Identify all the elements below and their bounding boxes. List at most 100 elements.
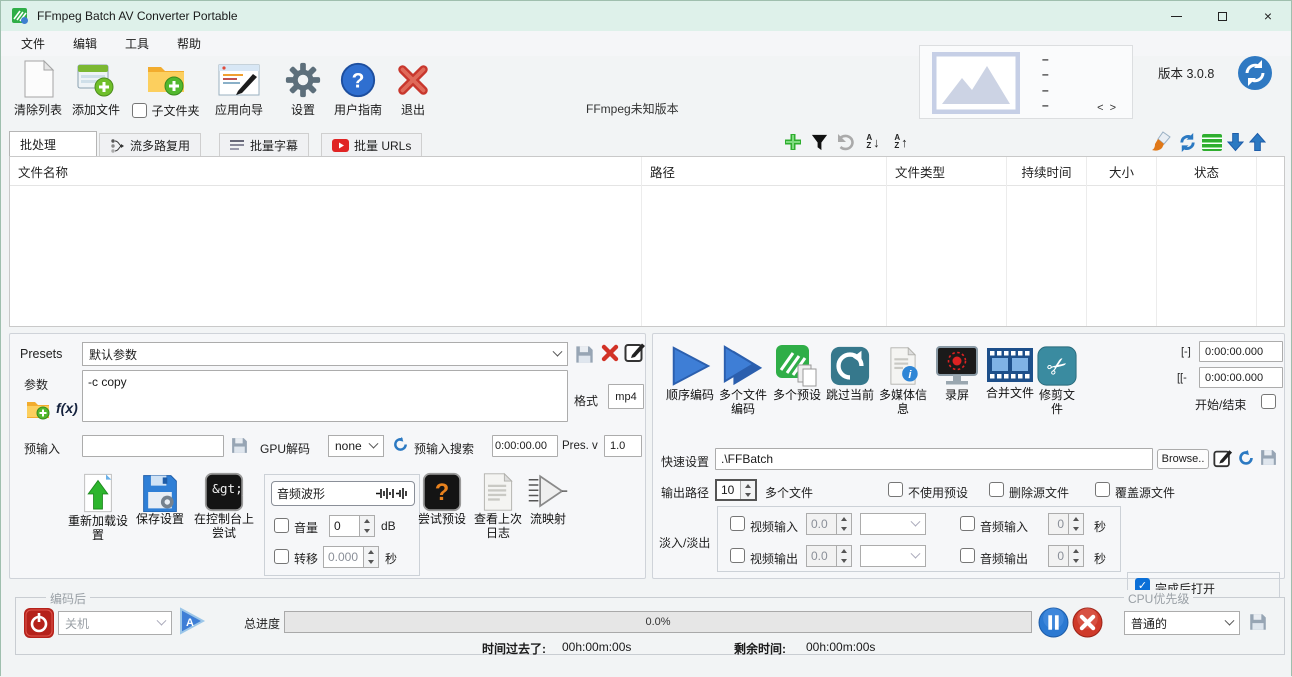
maximize-button[interactable] [1199, 1, 1245, 31]
list-view-button[interactable] [1200, 130, 1224, 154]
auto-start-button[interactable]: A [178, 607, 206, 638]
shift-stepper[interactable]: 0.000 [323, 546, 379, 568]
check-update-button[interactable] [1237, 55, 1273, 94]
audio-waveform-button[interactable]: 音频波形 [271, 481, 415, 506]
save-priority-button[interactable] [1248, 612, 1268, 635]
volume-checkbox[interactable] [274, 518, 289, 533]
move-down-button[interactable] [1223, 130, 1247, 154]
browse-button[interactable]: Browse.. [1157, 449, 1209, 469]
spinner-arrows[interactable] [359, 516, 374, 536]
sort-desc-button[interactable]: AZ ↑ [889, 130, 913, 154]
minimize-button[interactable] [1153, 1, 1199, 31]
try-preset-button[interactable]: ? 尝试预设 [414, 472, 470, 526]
delete-source-checkbox[interactable] [989, 482, 1004, 497]
join-files-button[interactable]: 合并文件 [985, 344, 1035, 400]
audio-fadein-stepper[interactable]: 0 [1048, 513, 1084, 535]
audio-fadein-checkbox[interactable] [960, 516, 975, 531]
video-fadeout-type-select[interactable] [860, 545, 926, 567]
clear-list-button[interactable]: 清除列表 [9, 57, 67, 117]
cancel-button[interactable] [1072, 607, 1103, 641]
preinput-input[interactable] [82, 435, 224, 457]
edit-preset-button[interactable] [624, 341, 646, 366]
wizard-button[interactable]: 应用向导 [207, 57, 271, 117]
spinner-arrows[interactable] [836, 514, 851, 534]
preset-select[interactable]: 默认参数 [82, 342, 568, 366]
spinner-arrows[interactable] [836, 546, 851, 566]
video-fadein-stepper[interactable]: 0.0 [806, 513, 852, 535]
search-time-input[interactable]: 0:00:00.00 [492, 435, 558, 457]
save-settings-button[interactable]: 保存设置 [132, 472, 188, 526]
move-up-button[interactable] [1245, 130, 1269, 154]
edit-path-button[interactable] [1213, 448, 1233, 471]
multi-file-encode-button[interactable]: 多个文件编码 [719, 344, 767, 416]
delete-preset-button[interactable] [600, 343, 620, 367]
fx-button[interactable]: f(x) [56, 400, 78, 416]
add-files-button[interactable]: 添加文件 [67, 57, 125, 117]
cpu-priority-select[interactable]: 普通的 [1124, 611, 1240, 635]
pause-button[interactable] [1038, 607, 1069, 641]
close-button[interactable]: × [1245, 1, 1291, 31]
settings-button[interactable]: 设置 [279, 57, 327, 117]
video-fadeout-stepper[interactable]: 0.0 [806, 545, 852, 567]
output-folder-input[interactable]: .\FFBatch [715, 448, 1153, 470]
sequential-encode-button[interactable]: 顺序编码 [659, 344, 721, 402]
exit-button[interactable]: 退出 [391, 57, 435, 117]
reload-settings-button[interactable]: 重新加载设置 [66, 472, 130, 542]
volume-stepper[interactable]: 0 [329, 515, 375, 537]
refresh-list-button[interactable] [1175, 130, 1199, 154]
spinner-arrows[interactable] [363, 547, 378, 567]
tab-subtitles[interactable]: 批量字幕 [219, 133, 309, 156]
simultaneous-stepper[interactable]: 10 [715, 479, 757, 501]
undo-button[interactable] [833, 130, 857, 154]
subfolders-toggle[interactable]: 子文件夹 [125, 57, 207, 118]
after-encode-select[interactable]: 关机 [58, 611, 172, 635]
video-fadein-checkbox[interactable] [730, 516, 745, 531]
video-fadein-type-select[interactable] [860, 513, 926, 535]
user-guide-button[interactable]: ? 用户指南 [329, 57, 387, 117]
end-time-input[interactable]: 0:00:00.000 [1199, 341, 1283, 362]
shift-checkbox[interactable] [274, 549, 289, 564]
no-preset-checkbox[interactable] [888, 482, 903, 497]
try-console-button[interactable]: &gt;_ 在控制台上尝试 [192, 472, 256, 540]
clean-button[interactable] [1149, 130, 1173, 154]
sort-asc-button[interactable]: AZ ↓ [861, 130, 885, 154]
audio-fadeout-checkbox[interactable] [960, 548, 975, 563]
spinner-arrows[interactable] [1068, 546, 1083, 566]
spinner-arrows[interactable] [740, 481, 755, 499]
media-info-button[interactable]: i 多媒体信息 [875, 344, 931, 416]
view-log-button[interactable]: 查看上次日志 [470, 472, 526, 540]
next-button[interactable]: > [1110, 102, 1122, 114]
shutdown-button[interactable] [24, 608, 54, 641]
filter-button[interactable] [807, 130, 831, 154]
video-fadeout-checkbox[interactable] [730, 548, 745, 563]
save-path-button[interactable] [1259, 448, 1278, 470]
add-folder-button[interactable] [26, 398, 50, 423]
format-input[interactable]: mp4 [608, 384, 644, 409]
start-time-input[interactable]: 0:00:00.000 [1199, 367, 1283, 388]
skip-current-button[interactable]: 跳过当前 [825, 344, 875, 402]
save-preset-button[interactable] [574, 344, 595, 368]
trim-files-button[interactable]: ✂ 修剪文件 [1037, 344, 1077, 416]
tab-batch[interactable]: 批处理 [9, 131, 97, 156]
spinner-arrows[interactable] [1068, 514, 1083, 534]
multi-preset-button[interactable]: 多个预设 [773, 344, 821, 402]
gpu-decode-select[interactable]: none [328, 435, 384, 457]
file-table[interactable]: 文件名称 路径 文件类型 持续时间 大小 状态 [9, 156, 1285, 327]
menu-edit[interactable]: 编辑 [69, 33, 101, 54]
subfolders-checkbox[interactable] [132, 103, 147, 118]
add-row-button[interactable] [781, 130, 805, 154]
save-preinput-button[interactable] [230, 436, 249, 458]
stream-map-button[interactable]: 流映射 [526, 472, 570, 526]
menu-file[interactable]: 文件 [17, 33, 49, 54]
record-screen-button[interactable]: 录屏 [931, 344, 983, 402]
start-end-checkbox[interactable] [1261, 394, 1276, 409]
audio-fadeout-stepper[interactable]: 0 [1048, 545, 1084, 567]
reset-path-button[interactable] [1237, 449, 1255, 470]
tab-mux[interactable]: 流多路复用 [99, 133, 201, 156]
prev-button[interactable]: < [1097, 102, 1109, 114]
refresh-preinput-button[interactable] [392, 436, 409, 456]
overwrite-source-checkbox[interactable] [1095, 482, 1110, 497]
pres-version-input[interactable]: 1.0 [604, 435, 642, 457]
tab-urls[interactable]: 批量 URLs [321, 133, 422, 156]
menu-help[interactable]: 帮助 [173, 33, 205, 54]
